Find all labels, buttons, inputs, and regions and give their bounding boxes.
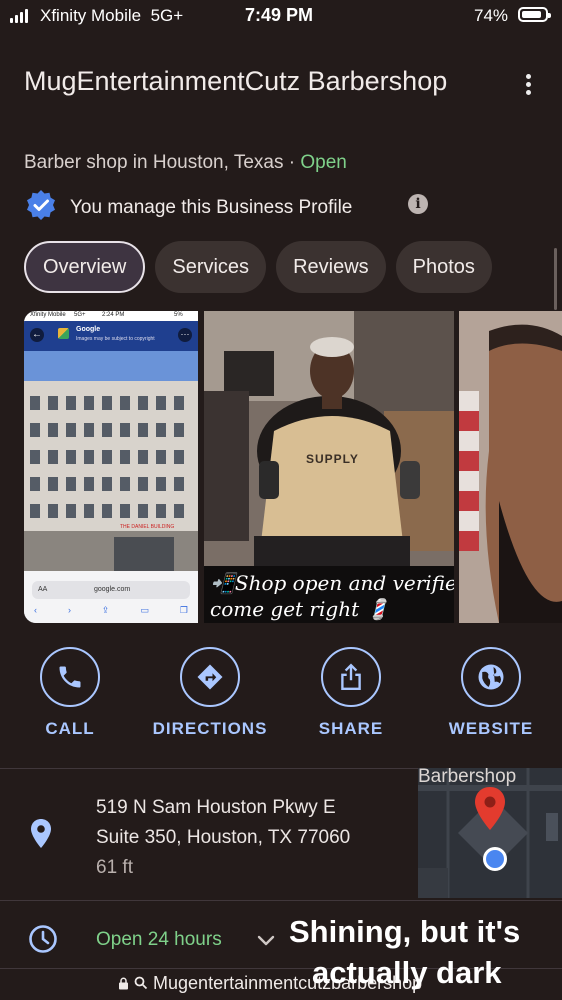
directions-icon — [180, 647, 240, 707]
browser-tabs-icon: ❐ — [179, 605, 188, 615]
share-icon — [321, 647, 381, 707]
profile-tabs: Overview Services Reviews Photos — [24, 241, 492, 293]
share-button[interactable]: SHARE — [291, 647, 411, 739]
clock-icon — [28, 924, 58, 959]
status-bar: Xfinity Mobile 5G+ 7:49 PM 74% — [0, 0, 562, 32]
more-options-icon[interactable] — [516, 74, 540, 98]
browser-forward-icon: › — [67, 605, 71, 615]
tab-services[interactable]: Services — [155, 241, 267, 293]
photo-building-screenshot[interactable]: Xfinity Mobile 5G+ 2:24 PM 5% ← Google I… — [24, 311, 198, 623]
address-line-2: Suite 350, Houston, TX 77060 — [96, 827, 351, 848]
browser-share-icon: ⇪ — [101, 605, 110, 615]
battery-percent: 74% — [474, 6, 509, 25]
hours-status[interactable]: Open 24 hours — [96, 929, 222, 951]
building-sign: THE DANIEL BUILDING — [120, 524, 175, 530]
tab-photos[interactable]: Photos — [395, 241, 492, 293]
location-pin-icon — [29, 818, 53, 855]
open-status: Open — [300, 152, 347, 173]
overlay-caption-line-1: Shining, but it's — [289, 914, 521, 949]
building-photo — [24, 351, 198, 571]
photo-status-bar: Xfinity Mobile 5G+ 2:24 PM 5% — [24, 311, 198, 321]
caption-box: 📲Shop open and verified come get right 💈 — [204, 566, 454, 623]
call-button[interactable]: CALL — [10, 647, 130, 739]
directions-button[interactable]: DIRECTIONS — [150, 647, 270, 739]
clock: 7:49 PM — [245, 5, 314, 25]
search-icon — [134, 974, 148, 995]
photo-side-profile[interactable] — [459, 311, 562, 623]
chevron-down-icon[interactable] — [256, 930, 276, 955]
manage-profile[interactable]: You manage this Business Profile — [24, 190, 352, 226]
address-line-1: 519 N Sam Houston Pkwy E — [96, 797, 336, 818]
back-icon: ← — [30, 328, 44, 342]
overlay-caption-line-2: actually dark — [312, 955, 502, 990]
lock-icon — [118, 974, 129, 995]
maps-app-icon — [58, 328, 69, 339]
quick-actions: CALL DIRECTIONS SHARE WEBSITE — [0, 647, 562, 747]
business-name: MugEntertainmentCutz Barbershop — [24, 66, 448, 96]
shirt-text: SUPPLY — [306, 452, 359, 466]
manage-profile-label: You manage this Business Profile — [70, 197, 353, 218]
signal-icon — [10, 9, 28, 23]
browser-bookmarks-icon: ▭ — [140, 605, 149, 615]
business-category: Barber shop in Houston, Texas · Open — [24, 152, 347, 173]
current-location-dot — [483, 847, 507, 871]
map-label: Barbershop — [418, 766, 517, 787]
phone-icon — [40, 647, 100, 707]
photo-browser-bar: AA google.com ‹ › ⇪ ▭ ❐ — [24, 571, 198, 623]
carrier-label: Xfinity Mobile 5G+ — [40, 6, 184, 25]
website-button[interactable]: WEBSITE — [431, 647, 551, 739]
info-icon[interactable]: i — [408, 194, 428, 214]
battery-icon — [518, 7, 551, 22]
scroll-indicator — [554, 248, 557, 310]
photo-barber-portrait[interactable]: SUPPLY 📲Shop open and verified come get … — [204, 311, 454, 623]
more-icon: ··· — [178, 328, 192, 342]
divider — [0, 900, 562, 901]
tab-reviews[interactable]: Reviews — [276, 241, 386, 293]
globe-icon — [461, 647, 521, 707]
photo-header: ← Google Images may be subject to copyri… — [24, 321, 198, 351]
address-block[interactable]: 519 N Sam Houston Pkwy E Suite 350, Hous… — [96, 793, 350, 883]
map-pin-icon — [473, 786, 507, 837]
tab-overview[interactable]: Overview — [24, 241, 146, 293]
verified-badge-icon — [24, 188, 58, 228]
distance: 61 ft — [96, 857, 133, 878]
browser-back-icon: ‹ — [34, 605, 37, 615]
